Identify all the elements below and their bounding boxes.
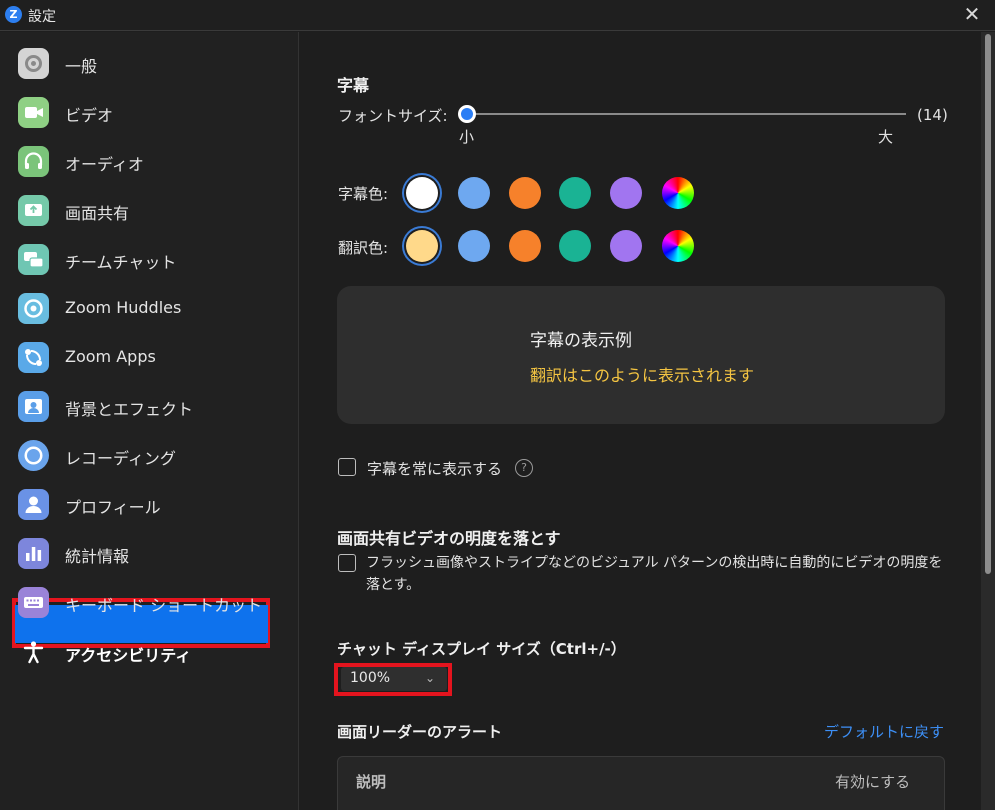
sidebar-item-audio[interactable]: オーディオ — [0, 140, 299, 184]
dim-video-checkbox[interactable] — [338, 554, 356, 572]
sidebar-item-video[interactable]: ビデオ — [0, 91, 299, 135]
sidebar-item-share-screen[interactable]: 画面共有 — [0, 189, 299, 233]
caption-color-swatch-blue[interactable] — [458, 177, 490, 209]
accessibility-icon — [18, 637, 49, 668]
sidebar-item-label: 一般 — [65, 57, 98, 76]
zoom-logo-icon: Z — [5, 6, 22, 23]
bar-chart-icon — [18, 538, 49, 569]
help-icon[interactable]: ? — [515, 459, 533, 477]
always-show-captions-label: 字幕を常に表示する — [367, 460, 503, 478]
font-size-slider-thumb[interactable] — [458, 105, 476, 123]
sidebar-item-label: ビデオ — [65, 106, 114, 125]
record-icon — [18, 440, 49, 471]
sidebar-item-apps[interactable]: Zoom Apps — [0, 336, 299, 380]
sidebar-item-general[interactable]: 一般 — [0, 42, 299, 86]
sidebar-item-label: オーディオ — [65, 155, 144, 174]
sidebar-item-keyboard-shortcuts[interactable]: キーボード ショートカット — [0, 581, 299, 625]
translation-color-swatch-purple[interactable] — [610, 230, 642, 262]
dim-video-heading: 画面共有ビデオの明度を落とす — [337, 529, 561, 548]
sidebar-item-label: プロフィール — [65, 498, 161, 517]
video-camera-icon — [18, 97, 49, 128]
headphones-icon — [18, 146, 49, 177]
caption-color-swatch-orange[interactable] — [509, 177, 541, 209]
screen-reader-alerts-table: 説明 有効にする — [337, 756, 945, 810]
sidebar-item-label: チームチャット — [65, 253, 177, 272]
huddles-icon — [18, 293, 49, 324]
person-icon — [18, 489, 49, 520]
sidebar-item-label: 統計情報 — [65, 547, 130, 566]
sidebar-item-label: レコーディング — [65, 449, 176, 468]
column-header-enable: 有効にする — [835, 773, 911, 791]
sidebar-item-profile[interactable]: プロフィール — [0, 483, 299, 527]
translation-color-swatch-green[interactable] — [559, 230, 591, 262]
translation-color-swatch-yellow[interactable] — [406, 230, 438, 262]
window-title: 設定 — [28, 9, 56, 25]
sidebar-item-statistics[interactable]: 統計情報 — [0, 532, 299, 576]
sidebar-item-label: 背景とエフェクト — [65, 400, 194, 419]
title-bar: Z 設定 ✕ — [0, 0, 995, 31]
reset-default-link[interactable]: デフォルトに戻す — [824, 721, 944, 742]
caption-color-swatch-custom[interactable] — [662, 177, 694, 209]
sidebar-item-label: アクセシビリティ — [65, 646, 192, 665]
dim-video-label-line2: 落とす。 — [366, 577, 421, 593]
caption-color-label: 字幕色: — [338, 185, 389, 203]
background-portrait-icon — [18, 391, 49, 422]
sidebar-item-label: キーボード ショートカット — [65, 596, 263, 615]
preview-caption-text: 字幕の表示例 — [530, 331, 632, 351]
slider-max-label: 大 — [878, 128, 894, 146]
captions-heading: 字幕 — [337, 76, 370, 95]
screen-reader-heading: 画面リーダーのアラート — [337, 723, 503, 741]
share-screen-icon — [18, 195, 49, 226]
translation-color-swatch-orange[interactable] — [509, 230, 541, 262]
font-size-value: (14) — [917, 106, 948, 124]
slider-min-label: 小 — [459, 128, 475, 146]
sidebar-item-label: Zoom Apps — [65, 347, 156, 366]
sidebar-item-recording[interactable]: レコーディング — [0, 434, 299, 478]
scrollbar-thumb[interactable] — [985, 34, 991, 574]
sidebar-item-team-chat[interactable]: チームチャット — [0, 238, 299, 282]
sidebar-item-accessibility[interactable]: アクセシビリティ — [0, 632, 299, 676]
column-header-description: 説明 — [356, 773, 387, 791]
gear-icon — [18, 48, 49, 79]
caption-color-swatch-green[interactable] — [559, 177, 591, 209]
chat-bubbles-icon — [18, 244, 49, 275]
dim-video-label-line1: フラッシュ画像やストライプなどのビジュアル パターンの検出時に自動的にビデオの明… — [366, 555, 943, 571]
caption-color-swatch-purple[interactable] — [610, 177, 642, 209]
chat-display-size-heading: チャット ディスプレイ サイズ（Ctrl+/-） — [337, 640, 626, 658]
preview-translation-text: 翻訳はこのように表示されます — [530, 366, 755, 385]
always-show-captions-checkbox[interactable] — [338, 458, 356, 476]
select-highlight-box — [334, 663, 452, 696]
font-size-label: フォントサイズ: — [338, 107, 448, 125]
translation-color-swatch-blue[interactable] — [458, 230, 490, 262]
apps-icon — [18, 342, 49, 373]
font-size-slider-track[interactable] — [467, 113, 906, 115]
sidebar-item-huddles[interactable]: Zoom Huddles — [0, 287, 299, 331]
translation-color-swatch-custom[interactable] — [662, 230, 694, 262]
caption-color-swatch-white[interactable] — [406, 177, 438, 209]
translation-color-label: 翻訳色: — [338, 239, 389, 257]
caption-preview-box: 字幕の表示例 翻訳はこのように表示されます — [337, 286, 945, 424]
keyboard-icon — [18, 587, 49, 618]
sidebar-item-label: 画面共有 — [65, 204, 130, 223]
sidebar-item-label: Zoom Huddles — [65, 298, 182, 317]
close-button[interactable]: ✕ — [949, 0, 995, 31]
sidebar-item-background-effects[interactable]: 背景とエフェクト — [0, 385, 299, 429]
